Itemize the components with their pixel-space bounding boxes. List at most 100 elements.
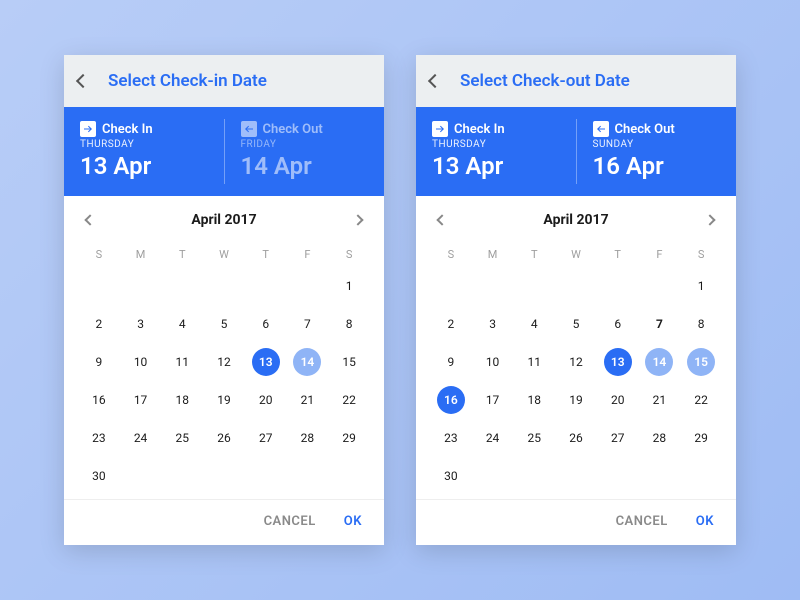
- day-number: 28: [645, 424, 673, 452]
- weekday-label: S: [78, 242, 120, 267]
- prev-month-button[interactable]: [84, 214, 95, 225]
- day-cell[interactable]: 29: [328, 423, 370, 453]
- day-cell[interactable]: 30: [78, 461, 120, 491]
- day-cell[interactable]: 20: [245, 385, 287, 415]
- weekday-label: T: [597, 242, 639, 267]
- day-cell[interactable]: 15: [680, 347, 722, 377]
- empty-cell: [245, 271, 287, 301]
- day-cell[interactable]: 2: [430, 309, 472, 339]
- day-cell[interactable]: 5: [203, 309, 245, 339]
- ok-button[interactable]: OK: [344, 514, 362, 529]
- day-cell[interactable]: 18: [161, 385, 203, 415]
- day-number: 19: [562, 386, 590, 414]
- checkout-label-row: Check Out: [593, 121, 721, 137]
- month-bar: April 2017: [64, 196, 384, 238]
- day-cell[interactable]: 24: [120, 423, 162, 453]
- day-cell[interactable]: 15: [328, 347, 370, 377]
- day-cell[interactable]: 14: [639, 347, 681, 377]
- back-button[interactable]: [428, 74, 442, 88]
- day-cell[interactable]: 22: [680, 385, 722, 415]
- weekday-label: T: [161, 242, 203, 267]
- day-cell[interactable]: 5: [555, 309, 597, 339]
- day-cell[interactable]: 3: [120, 309, 162, 339]
- header: Select Check-in Date: [64, 55, 384, 107]
- day-cell[interactable]: 16: [78, 385, 120, 415]
- day-cell[interactable]: 20: [597, 385, 639, 415]
- cancel-button[interactable]: CANCEL: [616, 514, 668, 529]
- checkout-date-picker: Select Check-out DateCheck InTHURSDAY13 …: [416, 55, 736, 545]
- checkin-tab[interactable]: Check InTHURSDAY13 Apr: [64, 107, 224, 196]
- day-cell[interactable]: 2: [78, 309, 120, 339]
- day-cell[interactable]: 11: [513, 347, 555, 377]
- day-cell[interactable]: 28: [287, 423, 329, 453]
- day-cell[interactable]: 22: [328, 385, 370, 415]
- day-cell[interactable]: 25: [161, 423, 203, 453]
- weekday-label: F: [287, 242, 329, 267]
- prev-month-button[interactable]: [436, 214, 447, 225]
- day-cell[interactable]: 27: [597, 423, 639, 453]
- day-number: 7: [293, 310, 321, 338]
- day-number: 23: [437, 424, 465, 452]
- day-cell[interactable]: 30: [430, 461, 472, 491]
- day-cell[interactable]: 10: [472, 347, 514, 377]
- empty-cell: [78, 271, 120, 301]
- back-button[interactable]: [76, 74, 90, 88]
- day-number: 30: [85, 462, 113, 490]
- day-cell[interactable]: 17: [472, 385, 514, 415]
- day-cell[interactable]: 21: [287, 385, 329, 415]
- day-cell[interactable]: 9: [430, 347, 472, 377]
- checkout-label: Check Out: [263, 122, 323, 137]
- day-cell[interactable]: 8: [328, 309, 370, 339]
- checkin-tab[interactable]: Check InTHURSDAY13 Apr: [416, 107, 576, 196]
- ok-button[interactable]: OK: [696, 514, 714, 529]
- day-cell[interactable]: 11: [161, 347, 203, 377]
- day-cell[interactable]: 24: [472, 423, 514, 453]
- day-number: 8: [687, 310, 715, 338]
- checkout-tab[interactable]: Check OutSUNDAY16 Apr: [577, 107, 737, 196]
- day-cell[interactable]: 7: [287, 309, 329, 339]
- empty-cell: [120, 271, 162, 301]
- day-cell[interactable]: 28: [639, 423, 681, 453]
- day-number: 16: [437, 386, 465, 414]
- day-cell[interactable]: 1: [328, 271, 370, 301]
- day-cell[interactable]: 27: [245, 423, 287, 453]
- day-cell[interactable]: 13: [245, 347, 287, 377]
- checkout-tab[interactable]: Check OutFRIDAY14 Apr: [225, 107, 385, 196]
- day-cell[interactable]: 4: [161, 309, 203, 339]
- day-cell[interactable]: 19: [555, 385, 597, 415]
- day-cell[interactable]: 17: [120, 385, 162, 415]
- day-number: 6: [252, 310, 280, 338]
- day-cell[interactable]: 6: [245, 309, 287, 339]
- day-cell[interactable]: 14: [287, 347, 329, 377]
- day-cell[interactable]: 6: [597, 309, 639, 339]
- day-cell[interactable]: 3: [472, 309, 514, 339]
- day-cell[interactable]: 4: [513, 309, 555, 339]
- day-cell[interactable]: 26: [555, 423, 597, 453]
- day-cell[interactable]: 1: [680, 271, 722, 301]
- day-cell[interactable]: 12: [203, 347, 245, 377]
- day-cell[interactable]: 18: [513, 385, 555, 415]
- day-cell[interactable]: 9: [78, 347, 120, 377]
- day-cell[interactable]: 13: [597, 347, 639, 377]
- day-cell[interactable]: 23: [430, 423, 472, 453]
- day-number: 11: [520, 348, 548, 376]
- day-cell[interactable]: 12: [555, 347, 597, 377]
- day-number: 7: [645, 310, 673, 338]
- day-cell[interactable]: 25: [513, 423, 555, 453]
- next-month-button[interactable]: [352, 214, 363, 225]
- day-cell[interactable]: 8: [680, 309, 722, 339]
- empty-cell: [203, 271, 245, 301]
- day-cell[interactable]: 29: [680, 423, 722, 453]
- day-cell[interactable]: 10: [120, 347, 162, 377]
- day-number: 22: [335, 386, 363, 414]
- day-number: 24: [479, 424, 507, 452]
- day-cell[interactable]: 26: [203, 423, 245, 453]
- day-cell[interactable]: 23: [78, 423, 120, 453]
- cancel-button[interactable]: CANCEL: [264, 514, 316, 529]
- day-cell[interactable]: 16: [430, 385, 472, 415]
- day-cell[interactable]: 7: [639, 309, 681, 339]
- day-cell[interactable]: 21: [639, 385, 681, 415]
- next-month-button[interactable]: [704, 214, 715, 225]
- weekday-header: SMTWTFS: [64, 238, 384, 267]
- day-cell[interactable]: 19: [203, 385, 245, 415]
